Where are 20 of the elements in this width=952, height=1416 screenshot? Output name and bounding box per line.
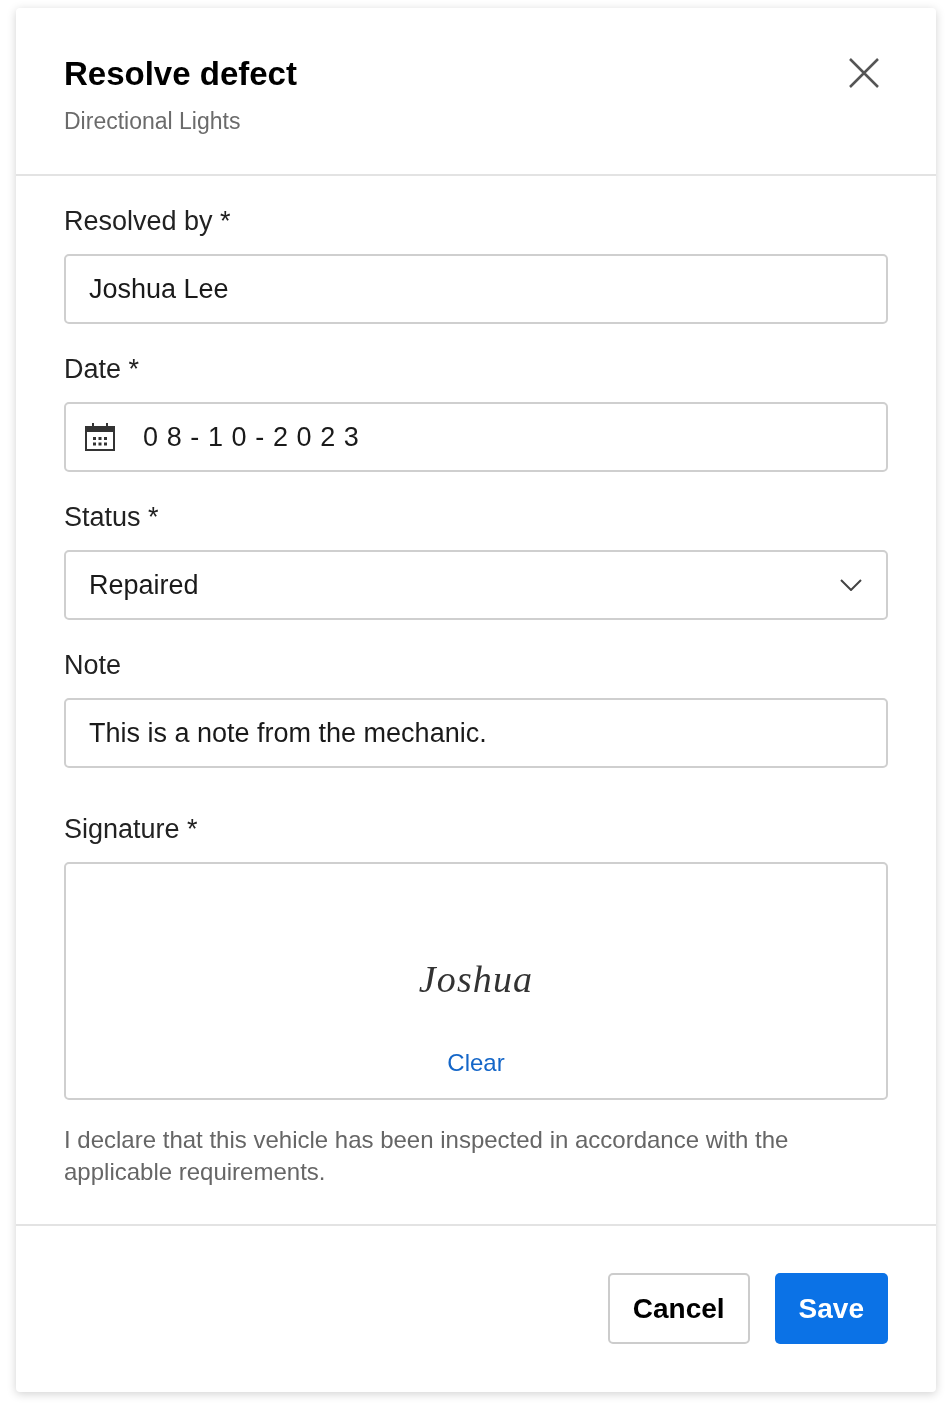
calendar-icon <box>85 423 115 451</box>
chevron-down-icon <box>840 579 862 591</box>
field-label: Signature * <box>64 813 199 845</box>
text-field[interactable]: Joshua Lee <box>64 254 888 324</box>
clear-link[interactable]: Clear <box>447 1048 505 1078</box>
close-icon[interactable] <box>848 57 880 89</box>
signature-pad[interactable]: Joshua Clear <box>64 862 888 1100</box>
field-label: Resolved by * <box>64 205 232 237</box>
field-label: Status * <box>64 501 160 533</box>
save-button[interactable]: Save <box>774 1273 888 1344</box>
text-field[interactable]: This is a note from the mechanic. <box>64 698 888 768</box>
cancel-button[interactable]: Cancel <box>607 1273 750 1344</box>
field-label: Date * <box>64 353 141 385</box>
dialog-subtitle: Directional Lights <box>64 107 242 136</box>
field-label: Note <box>64 649 123 681</box>
signature-text: Joshua <box>418 957 534 1002</box>
date-field[interactable]: 08-10-2023 <box>64 402 888 472</box>
dialog-title: Resolve defect <box>64 54 297 94</box>
status-dropdown[interactable]: Repaired <box>64 550 888 620</box>
declaration-text: I declare that this vehicle has been inspected in accordance with the applicable requirements. <box>64 1125 790 1187</box>
